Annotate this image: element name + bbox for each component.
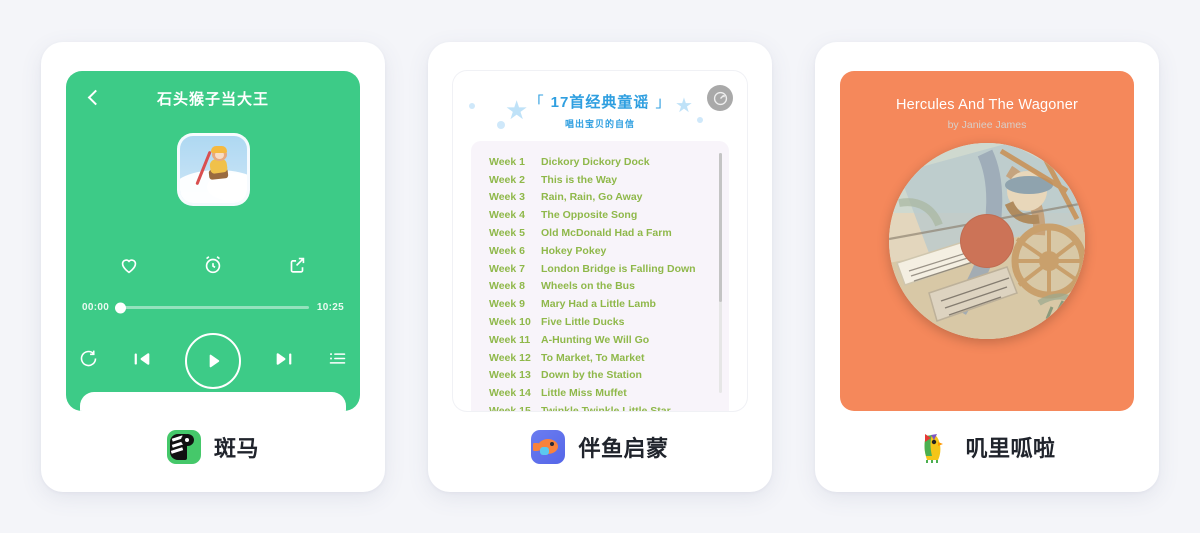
list-item[interactable]: Week 8 Wheels on the Bus	[471, 278, 729, 296]
week-label: Week 1	[489, 155, 525, 168]
song-list[interactable]: Week 1 Dickory Dickory Dock Week 2 This …	[471, 141, 729, 411]
song-title: Mary Had a Little Lamb	[541, 298, 656, 311]
sheet-title-row: 「 17首经典童谣」	[453, 91, 747, 112]
week-label: Week 6	[489, 244, 525, 257]
song-title: Hokey Pokey	[541, 244, 607, 257]
list-item[interactable]: Week 3 Rain, Rain, Go Away	[471, 189, 729, 207]
list-item[interactable]: Week 10 Five Little Ducks	[471, 313, 729, 331]
sheet-subtitle: 唱出宝贝的自信	[564, 119, 635, 129]
song-title: To Market, To Market	[541, 351, 645, 364]
song-title: Wheels on the Bus	[541, 280, 635, 293]
story-byline: by Janiee James	[947, 119, 1027, 131]
current-time: 00:00	[82, 302, 110, 313]
week-label: Week 10	[489, 316, 531, 329]
parrot-icon	[918, 430, 953, 464]
list-item[interactable]: Week 4 The Opposite Song	[471, 206, 729, 224]
skip-next-icon[interactable]	[273, 348, 295, 375]
story-title: Hercules And The Wagoner	[895, 97, 1079, 113]
sheet-title: 17首经典童谣	[550, 94, 650, 111]
skip-previous-icon[interactable]	[131, 348, 153, 375]
list-item[interactable]: Week 9 Mary Had a Little Lamb	[471, 295, 729, 313]
app-name-label: 叽里呱啦	[965, 436, 1056, 461]
refresh-circle-icon[interactable]	[707, 85, 733, 111]
app-card-guagua: Hercules And The Wagoner by Janiee James	[815, 42, 1159, 492]
app-branding-banyu: 伴鱼启蒙	[428, 430, 772, 464]
next-track-label	[96, 400, 99, 411]
next-track-peek[interactable]	[80, 392, 346, 411]
app-name-label: 伴鱼启蒙	[578, 436, 669, 461]
progress-bar[interactable]: 00:00 10:25	[82, 302, 344, 313]
song-title: Twinkle Twinkle Little Star	[541, 405, 671, 411]
app-card-banyu: ★ ★ 「17首经典童谣」 唱出宝贝的自信 Week 1 Dickory Dic…	[428, 42, 772, 492]
song-title: London Bridge is Falling Down	[541, 262, 696, 275]
list-item[interactable]: Week 6 Hokey Pokey	[471, 242, 729, 260]
transport-controls	[66, 333, 360, 389]
song-title: Rain, Rain, Go Away	[541, 191, 643, 204]
app-name-label: 斑马	[213, 436, 259, 461]
repeat-icon[interactable]	[78, 348, 99, 374]
scrollbar[interactable]	[719, 153, 722, 393]
total-time: 10:25	[316, 302, 344, 313]
bracket-right: 」	[655, 94, 672, 111]
artwork-wrapper	[66, 133, 360, 206]
scrollbar-thumb[interactable]	[719, 153, 722, 302]
bracket-left: 「	[528, 94, 545, 111]
list-item[interactable]: Week 5 Old McDonald Had a Farm	[471, 224, 729, 242]
player-action-row	[66, 254, 360, 276]
list-item[interactable]: Week 15 Twinkle Twinkle Little Star	[471, 402, 729, 411]
alarm-clock-icon[interactable]	[202, 254, 224, 276]
song-title: Dickory Dickory Dock	[541, 155, 650, 168]
playlist-icon[interactable]	[327, 348, 348, 374]
week-label: Week 2	[489, 173, 525, 186]
week-label: Week 12	[489, 351, 531, 364]
player-header: 石头猴子当大王	[66, 71, 360, 125]
week-label: Week 9	[489, 298, 525, 311]
heart-icon[interactable]	[118, 254, 140, 276]
week-label: Week 5	[489, 227, 525, 240]
song-title: This is the Way	[541, 173, 618, 186]
record-center-hole	[960, 214, 1014, 268]
song-title: Old McDonald Had a Farm	[541, 227, 672, 240]
song-title: Down by the Station	[541, 369, 642, 382]
zebra-icon	[166, 430, 201, 464]
monkey-king-figure	[194, 146, 232, 186]
song-title: A-Hunting We Will Go	[541, 333, 650, 346]
list-item[interactable]: Week 12 To Market, To Market	[471, 349, 729, 367]
week-label: Week 8	[489, 280, 525, 293]
week-label: Week 13	[489, 369, 531, 382]
week-label: Week 14	[489, 387, 531, 400]
list-item[interactable]: Week 11 A-Hunting We Will Go	[471, 331, 729, 349]
song-list-sheet: ★ ★ 「17首经典童谣」 唱出宝贝的自信 Week 1 Dickory Dic…	[453, 71, 747, 411]
audio-player: 石头猴子当大王 00:00 10:25	[66, 71, 360, 411]
sheet-header: 「 17首经典童谣」 唱出宝贝的自信	[453, 71, 747, 130]
list-item[interactable]: Week 7 London Bridge is Falling Down	[471, 260, 729, 278]
chevron-left-icon[interactable]	[84, 89, 102, 107]
share-icon[interactable]	[286, 254, 308, 276]
list-item[interactable]: Week 13 Down by the Station	[471, 367, 729, 385]
list-item[interactable]: Week 1 Dickory Dickory Dock	[471, 153, 729, 171]
list-item[interactable]: Week 2 This is the Way	[471, 171, 729, 189]
progress-thumb[interactable]	[115, 302, 127, 313]
record-artwork[interactable]	[889, 143, 1085, 339]
app-branding-zebra: 斑马	[41, 430, 385, 464]
vinyl-player: Hercules And The Wagoner by Janiee James	[840, 71, 1134, 411]
song-title: Little Miss Muffet	[541, 387, 627, 400]
app-branding-guagua: 叽里呱啦	[815, 430, 1159, 464]
list-item[interactable]: Week 14 Little Miss Muffet	[471, 384, 729, 402]
player-title: 石头猴子当大王	[156, 90, 269, 108]
progress-track[interactable]	[115, 302, 309, 313]
week-label: Week 3	[489, 191, 525, 204]
week-label: Week 15	[489, 405, 541, 411]
fish-icon	[531, 430, 566, 464]
album-artwork[interactable]	[176, 133, 250, 206]
song-title: Five Little Ducks	[541, 316, 625, 329]
card-gallery: 石头猴子当大王 00:00 10:25 斑马 ★ ★ 「 17首经典童谣 」 唱…	[0, 0, 1200, 533]
app-card-zebra: 石头猴子当大王 00:00 10:25 斑马	[41, 42, 385, 492]
week-label: Week 7	[489, 262, 525, 275]
week-label: Week 11	[489, 333, 531, 346]
week-label: Week 4	[489, 209, 525, 222]
play-button[interactable]	[185, 333, 241, 389]
song-title: The Opposite Song	[541, 209, 638, 222]
